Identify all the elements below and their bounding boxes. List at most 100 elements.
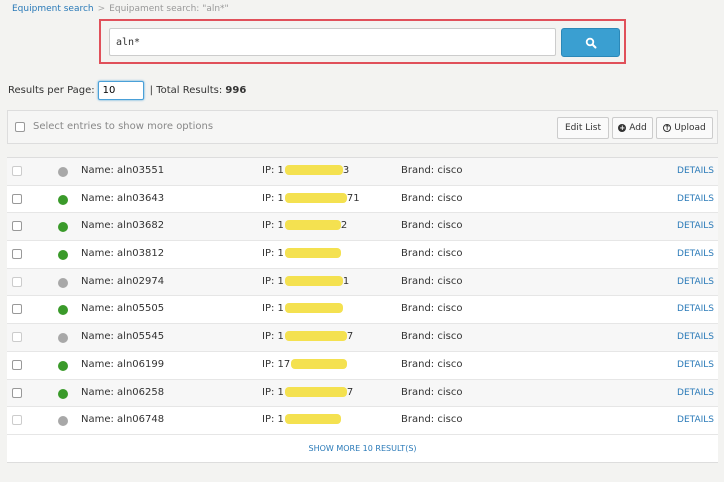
row-checkbox[interactable]: [12, 387, 22, 398]
select-all-checkbox[interactable]: [15, 121, 25, 132]
equipment-ip: IP: 1: [262, 414, 341, 425]
edit-list-button[interactable]: Edit List: [557, 117, 609, 139]
ip-suffix: 1: [342, 275, 350, 287]
results-per-page-label: Results per Page:: [8, 84, 95, 96]
upload-label: Upload: [674, 123, 706, 133]
equipment-brand: Brand: cisco: [401, 275, 463, 287]
row-checkbox[interactable]: [12, 166, 22, 176]
table-row[interactable]: Name: aln03551 IP: 1 3 Brand: cisco DETAILS: [7, 158, 718, 186]
breadcrumb-separator: >: [97, 4, 106, 14]
details-link[interactable]: DETAILS: [677, 332, 714, 342]
equipment-name: Name: aln05505: [81, 303, 165, 315]
table-row[interactable]: Name: aln05505 IP: 1 Brand: cisco DETAILS: [7, 296, 718, 325]
table-row[interactable]: Name: aln03812 IP: 1 Brand: cisco DETAILS: [7, 241, 718, 269]
equipment-brand: Brand: cisco: [401, 192, 463, 204]
search-icon: [585, 37, 596, 48]
results-per-page-input[interactable]: [97, 80, 144, 100]
selection-toolbar: Select entries to show more options Edit…: [7, 110, 718, 144]
ip-prefix: IP: 1: [262, 220, 284, 232]
search-input[interactable]: [109, 28, 556, 56]
equipment-brand: Brand: cisco: [401, 248, 463, 260]
ip-redaction: [284, 275, 343, 286]
plus-circle-icon: +: [618, 124, 627, 132]
details-link[interactable]: DETAILS: [677, 221, 714, 231]
row-checkbox[interactable]: [12, 359, 22, 370]
row-checkbox[interactable]: [12, 193, 22, 204]
show-more-link[interactable]: SHOW MORE 10 RESULT(S): [7, 436, 718, 462]
ip-suffix: 7: [346, 331, 354, 343]
ip-redaction: [284, 386, 347, 397]
details-link[interactable]: DETAILS: [677, 360, 714, 370]
ip-prefix: IP: 1: [262, 414, 284, 426]
total-results-value: 996: [225, 84, 247, 96]
status-dot: [58, 250, 68, 261]
equipment-ip: IP: 1 1: [262, 275, 350, 287]
select-all-control[interactable]: Select entries to show more options: [15, 121, 213, 132]
equipment-ip: IP: 1 7: [262, 331, 353, 342]
details-link[interactable]: DETAILS: [677, 249, 714, 259]
status-dot: [58, 416, 68, 427]
add-button[interactable]: + Add: [612, 117, 653, 139]
status-dot: [58, 388, 68, 399]
ip-suffix: 71: [346, 192, 360, 204]
row-checkbox[interactable]: [12, 415, 22, 426]
table-row[interactable]: Name: aln03643 IP: 1 71 Brand: cisco DETAILS: [7, 186, 718, 214]
select-all-label: Select entries to show more options: [33, 121, 214, 132]
details-link[interactable]: DETAILS: [677, 277, 714, 287]
ip-prefix: IP: 17: [262, 358, 291, 370]
details-link[interactable]: DETAILS: [677, 415, 714, 425]
results-table: Name: aln03551 IP: 1 3 Brand: cisco DETAILS N…: [7, 157, 718, 463]
breadcrumb-root-link[interactable]: Equipment search: [12, 4, 94, 14]
details-link[interactable]: DETAILS: [677, 166, 714, 176]
row-checkbox[interactable]: [12, 304, 22, 315]
equipment-brand: Brand: cisco: [401, 414, 463, 426]
details-link[interactable]: DETAILS: [677, 194, 714, 204]
ip-prefix: IP: 1: [262, 192, 284, 204]
equipment-name: Name: aln06199: [81, 358, 165, 370]
table-row[interactable]: Name: aln02974 IP: 1 1 Brand: cisco DETAILS: [7, 268, 718, 297]
details-link[interactable]: DETAILS: [677, 388, 714, 398]
details-link[interactable]: DETAILS: [677, 304, 714, 314]
ip-prefix: IP: 1: [262, 275, 284, 287]
equipment-name: Name: aln03551: [81, 165, 165, 176]
status-dot: [58, 305, 68, 316]
ip-suffix: 7: [346, 386, 354, 398]
status-dot: [58, 333, 68, 344]
ip-redaction: [284, 220, 341, 231]
results-per-page: Results per Page: | Total Results: 996: [8, 80, 246, 100]
table-row[interactable]: Name: aln05545 IP: 1 7 Brand: cisco DETAILS: [7, 324, 718, 352]
ip-suffix: 2: [340, 220, 348, 232]
table-row[interactable]: Name: aln06748 IP: 1 Brand: cisco DETAILS: [7, 407, 718, 435]
table-row[interactable]: Name: aln03682 IP: 1 2 Brand: cisco DETAILS: [7, 213, 718, 242]
equipment-ip: IP: 17: [262, 358, 348, 370]
row-checkbox[interactable]: [12, 332, 22, 343]
equipment-name: Name: aln06748: [81, 414, 165, 426]
status-dot: [58, 277, 68, 288]
equipment-name: Name: aln03682: [81, 220, 165, 232]
add-label: Add: [629, 123, 647, 133]
status-dot: [58, 194, 68, 205]
status-dot: [58, 360, 68, 371]
equipment-brand: Brand: cisco: [401, 386, 463, 398]
equipment-name: Name: aln03812: [81, 248, 165, 260]
equipment-brand: Brand: cisco: [401, 358, 463, 370]
row-checkbox[interactable]: [12, 249, 22, 260]
equipment-ip: IP: 17: [262, 386, 354, 398]
row-checkbox[interactable]: [12, 221, 22, 232]
equipment-brand: Brand: cisco: [401, 165, 463, 176]
equipment-ip: IP: 1: [262, 248, 341, 259]
search-button[interactable]: [561, 28, 620, 57]
row-checkbox[interactable]: [12, 276, 22, 287]
upload-button[interactable]: ↑ Upload: [656, 117, 713, 139]
table-row[interactable]: Name: aln06258 IP: 1 7 Brand: cisco DETAILS: [7, 379, 718, 408]
upload-circle-icon: ↑: [663, 124, 672, 132]
ip-prefix: IP: 1: [262, 248, 284, 260]
equipment-ip: IP: 1 2: [262, 220, 347, 231]
search-box-highlight: [99, 19, 626, 64]
ip-redaction: [284, 192, 347, 203]
table-row[interactable]: Name: aln06199 IP: 17 Brand: cisco DETAILS: [7, 352, 718, 380]
ip-redaction: [284, 165, 343, 175]
ip-prefix: IP: 1: [262, 331, 284, 343]
equipment-brand: Brand: cisco: [401, 220, 463, 232]
equipment-name: Name: aln05545: [81, 331, 165, 343]
